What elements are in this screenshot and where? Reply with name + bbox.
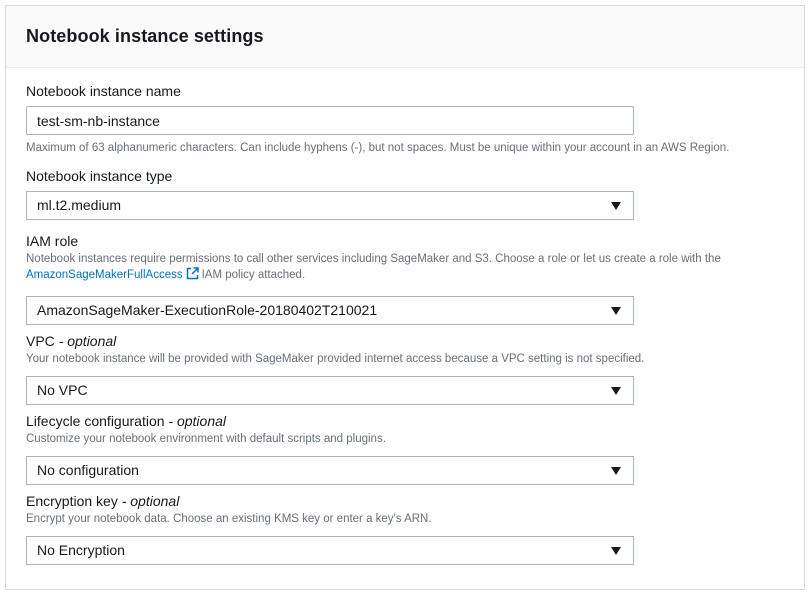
caret-down-icon [611, 467, 621, 475]
panel-title: Notebook instance settings [26, 26, 264, 46]
iam-role-description-line: Notebook instances require permissions t… [26, 253, 721, 265]
panel-header: Notebook instance settings [6, 6, 804, 68]
vpc-value: No VPC [37, 382, 88, 398]
caret-down-icon [611, 202, 621, 210]
encryption-optional-text: - optional [121, 493, 180, 509]
lifecycle-configuration-select[interactable]: No configuration [26, 456, 634, 485]
encryption-key-label: Encryption key - optional [26, 492, 786, 510]
notebook-instance-type-label: Notebook instance type [26, 168, 173, 184]
lifecycle-configuration-label: Lifecycle configuration - optional [26, 412, 786, 430]
vpc-label: VPC - optional [26, 332, 786, 350]
encryption-key-label-text: Encryption key [26, 493, 118, 509]
iam-role-description-suffix: IAM policy attached. [201, 269, 306, 281]
encryption-key-description: Encrypt your notebook data. Choose an ex… [26, 513, 432, 525]
caret-down-icon [611, 307, 621, 315]
lifecycle-configuration-field: Lifecycle configuration - optional Custo… [26, 412, 786, 485]
iam-role-value: AmazonSageMaker-ExecutionRole-20180402T2… [37, 302, 378, 318]
notebook-instance-name-field: Notebook instance name Maximum of 63 alp… [26, 82, 786, 154]
notebook-instance-name-input[interactable] [26, 106, 634, 135]
vpc-select[interactable]: No VPC [26, 376, 634, 405]
lifecycle-optional-text: - optional [168, 413, 227, 429]
encryption-key-field: Encryption key - optional Encrypt your n… [26, 492, 786, 565]
iam-role-field: IAM role Notebook instances require perm… [26, 232, 786, 325]
iam-role-description: Notebook instances require permissions t… [26, 252, 786, 285]
notebook-instance-settings-panel: Notebook instance settings Notebook inst… [5, 5, 805, 590]
encryption-key-value: No Encryption [37, 542, 125, 558]
iam-role-select[interactable]: AmazonSageMaker-ExecutionRole-20180402T2… [26, 296, 634, 325]
iam-role-label: IAM role [26, 233, 79, 249]
vpc-optional-text: - optional [58, 333, 117, 349]
caret-down-icon [611, 387, 621, 395]
notebook-instance-type-select[interactable]: ml.t2.medium [26, 191, 634, 220]
lifecycle-configuration-label-text: Lifecycle configuration [26, 413, 165, 429]
iam-role-description-line-2: AmazonSageMakerFullAccess IAM policy atta… [26, 267, 786, 285]
notebook-instance-name-label: Notebook instance name [26, 83, 181, 99]
notebook-instance-type-value: ml.t2.medium [37, 197, 122, 213]
lifecycle-configuration-description: Customize your notebook environment with… [26, 433, 386, 445]
amazon-sagemaker-full-access-link[interactable]: AmazonSageMakerFullAccess [26, 269, 183, 281]
notebook-instance-type-field: Notebook instance type ml.t2.medium [26, 167, 786, 220]
encryption-key-select[interactable]: No Encryption [26, 536, 634, 565]
external-link-icon[interactable] [186, 267, 199, 285]
vpc-field: VPC - optional Your notebook instance wi… [26, 332, 786, 405]
notebook-instance-name-hint: Maximum of 63 alphanumeric characters. C… [26, 142, 730, 154]
caret-down-icon [611, 547, 621, 555]
lifecycle-configuration-value: No configuration [37, 462, 139, 478]
vpc-description: Your notebook instance will be provided … [26, 353, 645, 365]
vpc-label-text: VPC [26, 333, 55, 349]
